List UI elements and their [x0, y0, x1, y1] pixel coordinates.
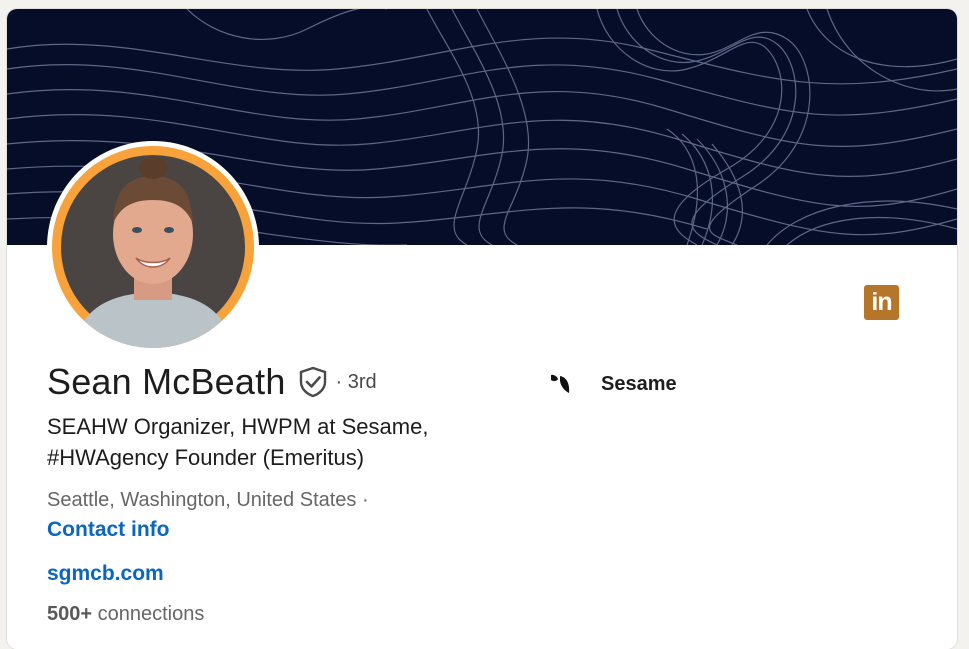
profile-name: Sean McBeath — [47, 361, 286, 402]
profile-card: in Sean McBeath · 3rd SEAHW Organizer, H… — [7, 9, 957, 649]
person-portrait — [61, 155, 245, 348]
verified-shield-icon[interactable] — [298, 366, 328, 398]
connection-degree: · 3rd — [335, 370, 377, 393]
profile-location: Seattle, Washington, United States · — [47, 489, 369, 511]
connections-label: connections — [97, 603, 205, 625]
current-company[interactable]: Sesame — [548, 371, 677, 397]
avatar-photo — [52, 146, 254, 348]
avatar[interactable] — [47, 141, 259, 353]
profile-headline: SEAHW Organizer, HWPM at Sesame, #HWAgen… — [47, 414, 429, 470]
connections-count[interactable]: 500+ connections — [47, 603, 204, 626]
linkedin-icon[interactable]: in — [864, 285, 899, 320]
contact-info-link[interactable]: Contact info — [47, 518, 169, 542]
connections-number: 500+ — [47, 603, 93, 625]
website-link[interactable]: sgmcb.com — [47, 562, 164, 586]
profile-name-row: Sean McBeath · 3rd — [47, 361, 377, 403]
sesame-logo-icon — [548, 371, 574, 397]
company-name: Sesame — [601, 372, 677, 395]
